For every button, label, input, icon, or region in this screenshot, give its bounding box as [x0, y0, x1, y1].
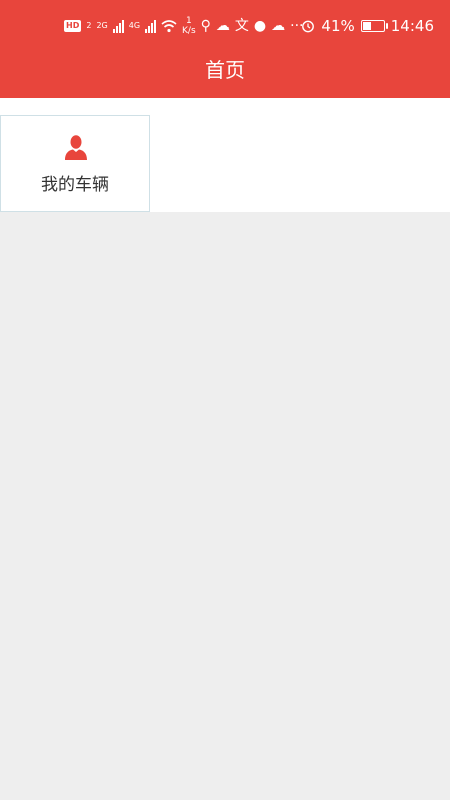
person-icon	[65, 135, 87, 160]
status-bar: HD 2 2G 4G 1 K/s ⚲ ☁ 文 ● ☁ ··· 41% 14:46	[0, 0, 450, 50]
net-speed: 1 K/s	[182, 16, 196, 36]
signal-icon	[112, 19, 124, 33]
network-type-2: 4G	[128, 21, 141, 30]
status-right-group: 41% 14:46	[301, 14, 434, 38]
net-speed-unit: K/s	[182, 26, 196, 36]
status-left-group: HD 2 2G 4G 1 K/s ⚲ ☁ 文 ● ☁ ···	[64, 14, 304, 38]
battery-icon	[360, 20, 388, 32]
chat-icon: ●	[253, 18, 267, 34]
app-header: HD 2 2G 4G 1 K/s ⚲ ☁ 文 ● ☁ ··· 41% 14:46…	[0, 0, 450, 98]
cloud-download-icon: ☁	[271, 18, 286, 34]
battery-percent: 41%	[321, 17, 355, 35]
usb-icon: ⚲	[200, 18, 211, 34]
hd-badge: HD	[64, 20, 82, 32]
battery-level	[362, 22, 371, 30]
wifi-icon	[161, 20, 177, 33]
sim-number: 2	[86, 21, 92, 30]
clock-time: 14:46	[390, 17, 434, 35]
cloud-icon: ☁	[215, 18, 230, 34]
signal-icon-2	[145, 19, 157, 33]
my-vehicle-label: 我的车辆	[41, 175, 109, 195]
network-type-1: 2G	[96, 21, 108, 30]
my-vehicle-tile[interactable]: 我的车辆	[0, 115, 150, 212]
page-title: 首页	[205, 58, 245, 82]
translate-icon: 文	[234, 18, 249, 34]
net-speed-value: 1	[185, 16, 192, 26]
alarm-icon	[302, 20, 315, 33]
